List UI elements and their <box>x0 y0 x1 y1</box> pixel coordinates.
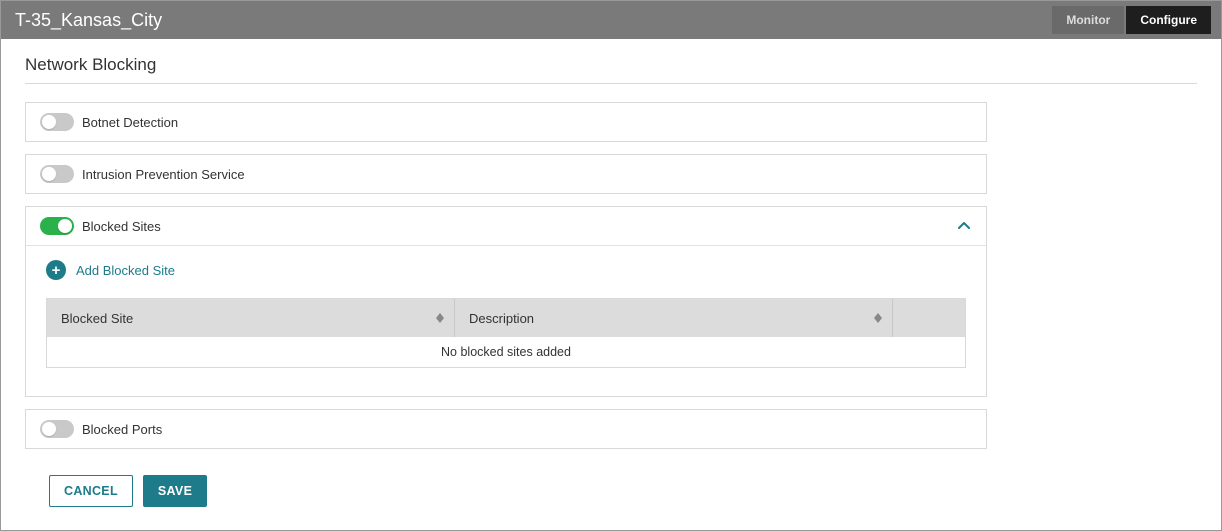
section-title: Network Blocking <box>25 55 1197 84</box>
panel-ips-header[interactable]: Intrusion Prevention Service <box>26 155 986 193</box>
table-empty-row: No blocked sites added <box>47 337 965 367</box>
toggle-blocked-sites[interactable] <box>40 217 74 235</box>
panel-blocked-ports-label: Blocked Ports <box>82 422 162 437</box>
titlebar: T-35_Kansas_City Monitor Configure <box>1 1 1221 39</box>
add-blocked-site-label: Add Blocked Site <box>76 263 175 278</box>
panel-blocked-sites-label: Blocked Sites <box>82 219 161 234</box>
content: Network Blocking Botnet Detection Intrus… <box>1 39 1221 530</box>
panel-botnet: Botnet Detection <box>25 102 987 142</box>
save-button[interactable]: SAVE <box>143 475 207 507</box>
add-blocked-site-button[interactable]: + Add Blocked Site <box>46 260 966 280</box>
panel-blocked-sites-body: + Add Blocked Site Blocked Site <box>26 245 986 396</box>
col-actions <box>893 299 965 337</box>
window: T-35_Kansas_City Monitor Configure Netwo… <box>0 0 1222 531</box>
tab-configure[interactable]: Configure <box>1126 6 1211 34</box>
toggle-botnet[interactable] <box>40 113 74 131</box>
toggle-blocked-ports[interactable] <box>40 420 74 438</box>
panel-blocked-sites: Blocked Sites + Add Blocked Site Bl <box>25 206 987 397</box>
panel-blocked-ports-header[interactable]: Blocked Ports <box>26 410 986 448</box>
panel-ips: Intrusion Prevention Service <box>25 154 987 194</box>
panel-blocked-ports: Blocked Ports <box>25 409 987 449</box>
plus-icon: + <box>46 260 66 280</box>
table-header: Blocked Site Description <box>47 299 965 337</box>
col-blocked-site[interactable]: Blocked Site <box>47 299 455 337</box>
footer: CANCEL SAVE <box>25 461 1197 521</box>
sort-icon[interactable] <box>436 313 444 323</box>
blocked-sites-table: Blocked Site Description <box>46 298 966 368</box>
sort-icon[interactable] <box>874 313 882 323</box>
cancel-button[interactable]: CANCEL <box>49 475 133 507</box>
panel-blocked-sites-header[interactable]: Blocked Sites <box>26 207 986 245</box>
panel-botnet-label: Botnet Detection <box>82 115 178 130</box>
panel-botnet-header[interactable]: Botnet Detection <box>26 103 986 141</box>
tab-monitor[interactable]: Monitor <box>1052 6 1124 34</box>
chevron-up-icon[interactable] <box>956 218 972 234</box>
toggle-ips[interactable] <box>40 165 74 183</box>
panel-list: Botnet Detection Intrusion Prevention Se… <box>25 102 987 449</box>
page-title: T-35_Kansas_City <box>15 10 162 31</box>
tab-buttons: Monitor Configure <box>1052 6 1211 34</box>
col-description[interactable]: Description <box>455 299 893 337</box>
panel-ips-label: Intrusion Prevention Service <box>82 167 245 182</box>
